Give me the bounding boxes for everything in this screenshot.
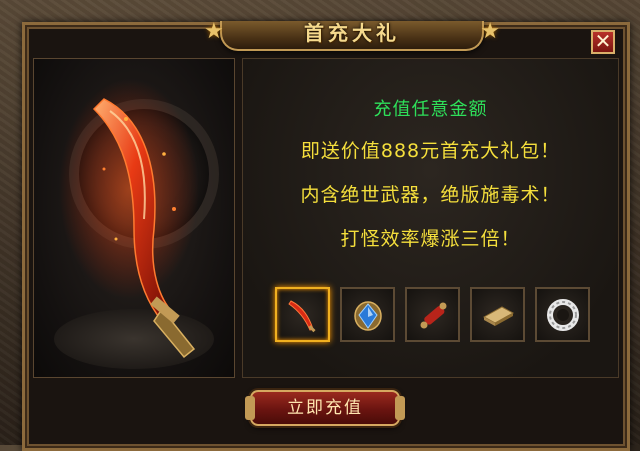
flame-sword-image — [59, 79, 199, 359]
jade-ring-icon — [546, 298, 579, 331]
blade-icon — [287, 299, 316, 332]
star-icon: ★ — [204, 19, 224, 44]
button-cap — [395, 396, 405, 420]
promo-panel: 充值任意金额 即送价值888元首充大礼包！ 内含绝世武器，绝版施毒术！ 打怪效率… — [242, 58, 619, 378]
promo-headline: 充值任意金额 — [373, 99, 488, 120]
reward-slot-scroll[interactable] — [405, 287, 460, 342]
recharge-dialog: ★ 首充大礼 ★ ✕ 充值任意金额 即送价值888元首充大礼包！ 内含绝世武器，… — [22, 19, 630, 451]
reward-slot-ring[interactable] — [535, 287, 590, 342]
reward-slot-gem[interactable] — [340, 287, 395, 342]
promo-line: 内含绝世武器，绝版施毒术！ — [300, 184, 561, 206]
reward-slot-book[interactable] — [470, 287, 525, 342]
scroll-icon — [420, 302, 446, 328]
dialog-title: 首充大礼 — [304, 21, 400, 45]
promo-line: 打怪效率爆涨三倍！ — [340, 228, 521, 250]
reward-slot-blade[interactable] — [275, 287, 330, 342]
star-icon: ★ — [480, 19, 500, 44]
button-cap — [245, 396, 255, 420]
title-banner: ★ 首充大礼 ★ — [204, 19, 500, 51]
recharge-now-button[interactable]: 立即充值 — [245, 390, 405, 426]
recharge-button-label: 立即充值 — [287, 398, 363, 418]
blue-gem-icon — [353, 300, 382, 331]
promo-line: 即送价值888元首充大礼包！ — [300, 140, 561, 162]
book-icon — [482, 305, 514, 326]
close-button[interactable]: ✕ — [591, 30, 615, 54]
reward-items — [275, 287, 590, 342]
weapon-preview — [33, 58, 235, 378]
